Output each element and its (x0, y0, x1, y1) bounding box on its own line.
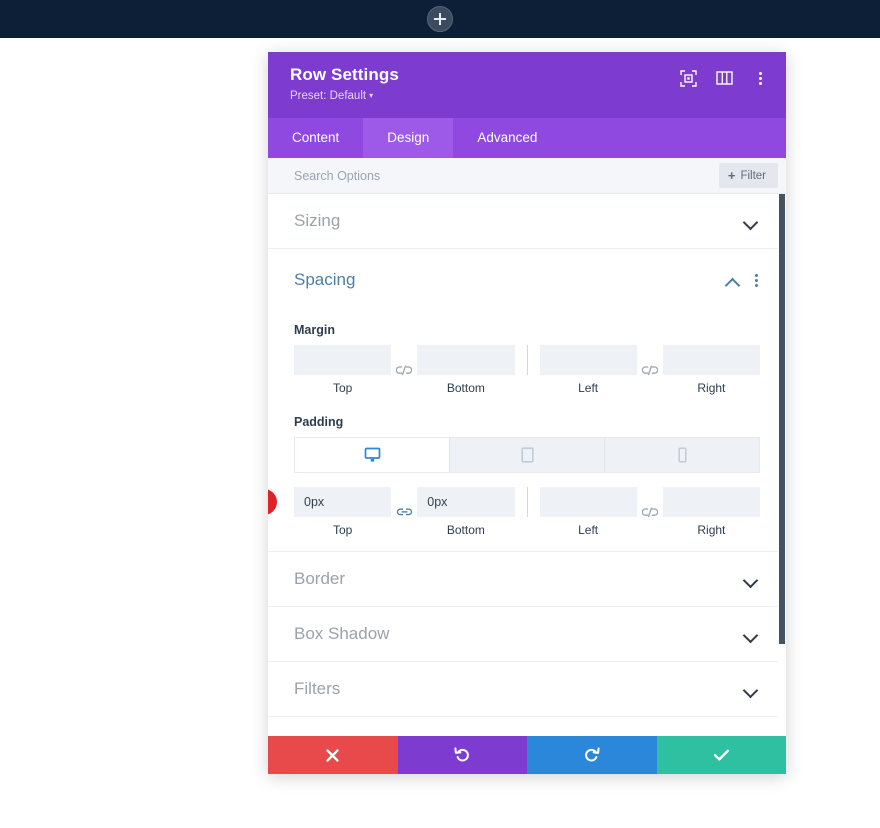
spacing-section-body: Margin Top Bottom Left Right Padding 0px… (268, 323, 786, 552)
redo-button[interactable] (527, 736, 657, 774)
margin-left-field: Left (539, 345, 637, 395)
padding-top-field: Top (294, 487, 392, 537)
padding-right-field: Right (662, 487, 760, 537)
device-tab-tablet[interactable] (450, 438, 605, 472)
chevron-down-icon (744, 630, 758, 639)
field-divider (526, 487, 528, 517)
tab-advanced[interactable]: Advanced (453, 118, 561, 158)
padding-left-input[interactable] (539, 487, 637, 517)
section-controls (726, 272, 758, 288)
tab-bar: Content Design Advanced (268, 118, 786, 158)
section-sizing[interactable]: Sizing (268, 194, 786, 249)
chevron-down-icon (744, 575, 758, 584)
tablet-icon (520, 447, 534, 463)
section-border[interactable]: Border (268, 552, 786, 607)
settings-scroll-area: Sizing Spacing Margin Top Bottom Left Ri… (268, 194, 786, 736)
padding-left-caption: Left (578, 523, 599, 537)
section-options-icon[interactable] (754, 272, 758, 288)
padding-right-caption: Right (697, 523, 726, 537)
check-icon (713, 749, 729, 761)
margin-left-caption: Left (578, 381, 599, 395)
margin-top-input[interactable] (294, 345, 392, 375)
add-new-button[interactable] (427, 6, 453, 32)
layout-columns-icon[interactable] (714, 68, 734, 88)
tab-content[interactable]: Content (268, 118, 363, 158)
more-options-icon[interactable] (750, 68, 770, 88)
focus-target-icon[interactable] (678, 68, 698, 88)
section-title: Border (294, 569, 346, 588)
phone-icon (677, 447, 687, 463)
padding-bottom-input[interactable] (417, 487, 515, 517)
device-tab-phone[interactable] (605, 438, 759, 472)
link-connected-icon[interactable] (391, 497, 417, 527)
padding-top-caption: Top (332, 523, 353, 537)
responsive-device-tabs (294, 437, 760, 473)
margin-right-input[interactable] (662, 345, 760, 375)
padding-right-input[interactable] (662, 487, 760, 517)
scrollbar-thumb[interactable] (779, 194, 785, 644)
status-badge: 1 (268, 489, 277, 515)
preset-label: Preset: Default (290, 90, 367, 102)
field-divider (526, 345, 528, 375)
padding-left-right-pair: Left Right (539, 487, 760, 537)
link-broken-icon[interactable] (391, 355, 417, 385)
margin-right-field: Right (662, 345, 760, 395)
chevron-down-icon: ▾ (369, 91, 374, 101)
padding-left-field: Left (539, 487, 637, 537)
scrollbar-track[interactable] (778, 194, 786, 736)
margin-left-right-pair: Left Right (539, 345, 760, 395)
margin-left-input[interactable] (539, 345, 637, 375)
cancel-button[interactable] (268, 736, 398, 774)
chevron-up-icon[interactable] (726, 276, 740, 285)
margin-bottom-field: Bottom (417, 345, 515, 395)
padding-top-bottom-pair: Top Bottom (294, 487, 515, 537)
search-bar: + Filter (268, 158, 786, 194)
link-broken-icon[interactable] (637, 497, 663, 527)
section-filters[interactable]: Filters (268, 662, 786, 717)
undo-icon (454, 747, 469, 762)
padding-label: Padding (294, 415, 344, 429)
margin-bottom-caption: Bottom (446, 381, 485, 395)
top-admin-bar (0, 0, 880, 38)
filter-button-label: Filter (740, 169, 766, 182)
tab-design[interactable]: Design (363, 118, 454, 158)
filter-button[interactable]: + Filter (718, 163, 778, 188)
section-spacing[interactable]: Spacing (268, 249, 786, 311)
padding-bottom-field: Bottom (417, 487, 515, 537)
device-tab-desktop[interactable] (295, 438, 450, 472)
section-title: Filters (294, 679, 341, 698)
vertical-dots (758, 70, 762, 86)
section-title: Sizing (294, 211, 341, 230)
margin-right-caption: Right (697, 381, 726, 395)
modal-header: Row Settings Preset: Default ▾ (268, 52, 786, 118)
undo-button[interactable] (397, 736, 527, 774)
close-icon (326, 748, 339, 762)
chevron-down-icon (744, 217, 758, 226)
padding-top-input[interactable] (294, 487, 392, 517)
preset-selector[interactable]: Preset: Default ▾ (290, 90, 373, 102)
search-input[interactable] (294, 168, 719, 183)
margin-bottom-input[interactable] (417, 345, 515, 375)
desktop-icon (364, 447, 380, 462)
modal-footer (268, 736, 786, 774)
margin-label: Margin (294, 323, 335, 337)
margin-top-bottom-pair: Top Bottom (294, 345, 515, 395)
section-box-shadow[interactable]: Box Shadow (268, 607, 786, 662)
save-button[interactable] (656, 736, 786, 774)
chevron-down-icon (744, 685, 758, 694)
section-title: Spacing (294, 270, 356, 289)
padding-bottom-caption: Bottom (446, 523, 485, 537)
plus-icon: + (727, 168, 736, 183)
link-broken-icon[interactable] (637, 355, 663, 385)
section-title: Box Shadow (294, 624, 390, 643)
margin-top-field: Top (294, 345, 392, 395)
header-icon-group (678, 68, 770, 88)
margin-top-caption: Top (332, 381, 353, 395)
row-settings-modal: Row Settings Preset: Default ▾ Content D… (268, 52, 786, 774)
padding-field-group: 1 Top Bottom (268, 487, 760, 537)
margin-field-group: Top Bottom Left Right (294, 345, 760, 395)
redo-icon (585, 747, 600, 762)
plus-icon (434, 13, 446, 25)
